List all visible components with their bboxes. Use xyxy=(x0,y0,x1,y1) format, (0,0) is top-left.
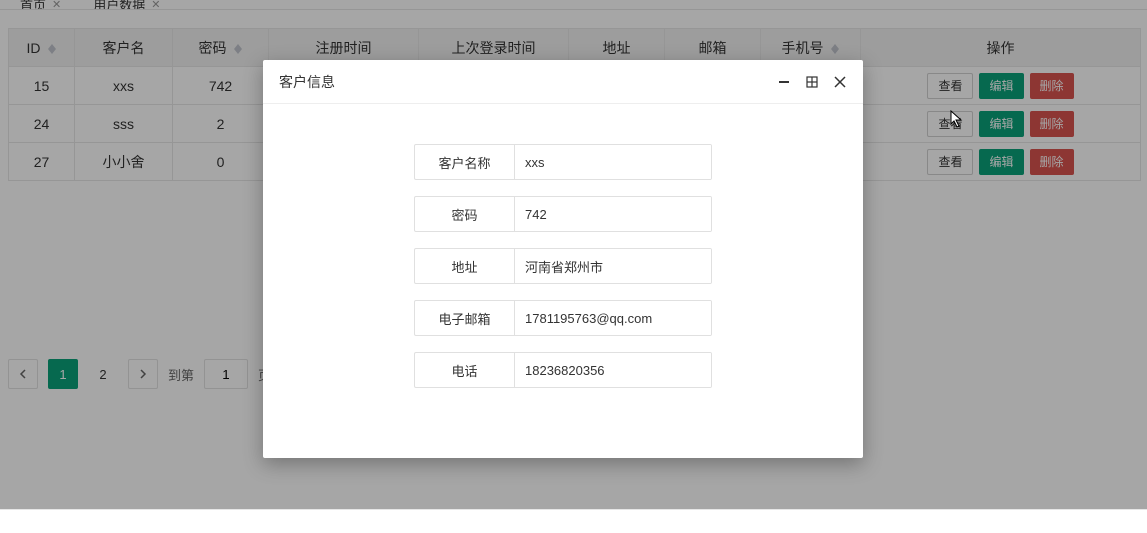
field-email: 电子邮箱 xyxy=(414,300,712,336)
password-input[interactable] xyxy=(515,197,711,231)
dialog-title: 客户信息 xyxy=(279,72,777,92)
field-password: 密码 xyxy=(414,196,712,232)
field-label: 密码 xyxy=(415,197,515,231)
field-customer-name: 客户名称 xyxy=(414,144,712,180)
field-phone: 电话 xyxy=(414,352,712,388)
customer-info-dialog: 客户信息 客户名称 密码 xyxy=(263,60,863,458)
dialog-header: 客户信息 xyxy=(263,60,863,104)
phone-input[interactable] xyxy=(515,353,711,387)
modal-overlay[interactable]: 客户信息 客户名称 密码 xyxy=(0,0,1147,533)
field-label: 客户名称 xyxy=(415,145,515,179)
dialog-body: 客户名称 密码 地址 电子邮箱 电话 xyxy=(263,104,863,388)
minimize-icon[interactable] xyxy=(777,75,791,89)
footer-bar xyxy=(0,509,1147,533)
field-label: 电子邮箱 xyxy=(415,301,515,335)
close-icon[interactable] xyxy=(833,75,847,89)
email-input[interactable] xyxy=(515,301,711,335)
field-label: 电话 xyxy=(415,353,515,387)
maximize-icon[interactable] xyxy=(805,75,819,89)
address-input[interactable] xyxy=(515,249,711,283)
customer-name-input[interactable] xyxy=(515,145,711,179)
field-label: 地址 xyxy=(415,249,515,283)
field-address: 地址 xyxy=(414,248,712,284)
